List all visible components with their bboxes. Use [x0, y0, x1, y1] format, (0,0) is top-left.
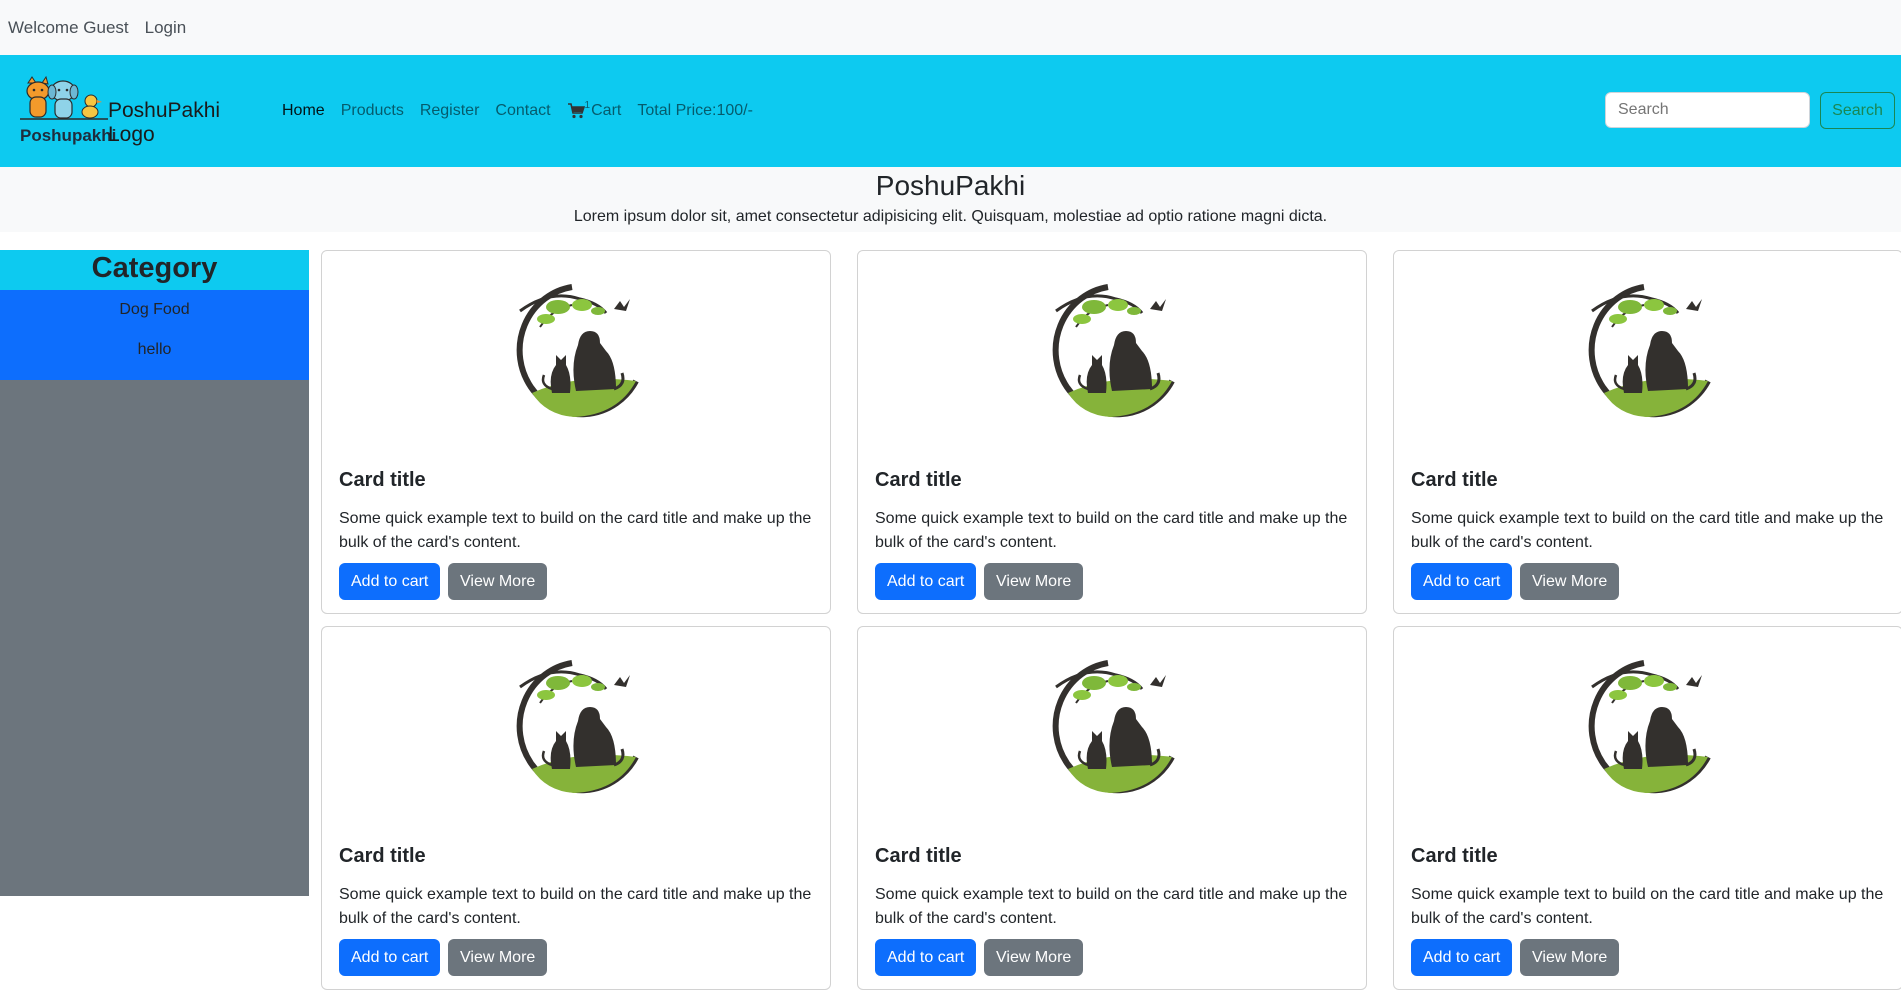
add-to-cart-button[interactable]: Add to cart	[875, 939, 977, 976]
pet-logo-image	[516, 284, 639, 418]
hero-section: PoshuPakhi Lorem ipsum dolor sit, amet c…	[0, 167, 1901, 232]
brand[interactable]: Poshupakhi PoshuPakhi Logo	[18, 75, 258, 155]
card-title: Card title	[875, 845, 962, 867]
pet-logo-image	[1588, 284, 1711, 418]
cart-label: Cart	[591, 102, 622, 119]
page-title: PoshuPakhi	[875, 170, 1026, 201]
cart-icon	[567, 103, 585, 119]
login-link[interactable]: Login	[145, 18, 187, 38]
card-title: Card title	[339, 469, 426, 491]
category-heading: Category	[0, 250, 309, 290]
card-text: Some quick example text to build on the …	[339, 510, 812, 551]
nav-contact[interactable]: Contact	[495, 102, 550, 120]
card-text: Some quick example text to build on the …	[1411, 510, 1884, 551]
add-to-cart-button[interactable]: Add to cart	[1411, 939, 1513, 976]
view-more-button[interactable]: View More	[984, 563, 1084, 600]
pet-logo-image	[1052, 284, 1175, 418]
add-to-cart-button[interactable]: Add to cart	[339, 939, 441, 976]
nav-cart[interactable]: 1 Cart	[567, 99, 622, 120]
navbar: Poshupakhi PoshuPakhi Logo Home Products…	[0, 55, 1901, 167]
view-more-button[interactable]: View More	[984, 939, 1084, 976]
nav-links: Home Products Register Contact 1 Cart To…	[282, 55, 769, 167]
page-subtitle: Lorem ipsum dolor sit, amet consectetur …	[573, 208, 1328, 225]
logo-caption: Poshupakhi	[20, 126, 117, 145]
card-title: Card title	[875, 469, 962, 491]
card-text: Some quick example text to build on the …	[875, 886, 1348, 927]
card-title: Card title	[339, 845, 426, 867]
product-card: Card title Some quick example text to bu…	[1393, 626, 1901, 990]
welcome-text: Welcome Guest	[8, 17, 129, 37]
add-to-cart-button[interactable]: Add to cart	[875, 563, 977, 600]
brand-text[interactable]: PoshuPakhi Logo	[108, 99, 258, 147]
category-item-dog-food[interactable]: Dog Food	[0, 296, 309, 336]
search-button[interactable]: Search	[1820, 92, 1895, 129]
add-to-cart-button[interactable]: Add to cart	[339, 563, 441, 600]
category-sidebar: Category Dog Food hello	[0, 250, 309, 896]
nav-home[interactable]: Home	[282, 102, 325, 120]
search-input[interactable]	[1605, 92, 1810, 128]
pet-logo-image	[516, 660, 639, 794]
product-card: Card title Some quick example text to bu…	[321, 626, 831, 990]
pets-logo-icon	[20, 75, 108, 120]
view-more-button[interactable]: View More	[1520, 939, 1620, 976]
product-card: Card title Some quick example text to bu…	[857, 250, 1367, 614]
cart-count-badge: 1	[584, 99, 591, 111]
product-card: Card title Some quick example text to bu…	[321, 250, 831, 614]
pet-logo-image	[1052, 660, 1175, 794]
card-title: Card title	[1411, 469, 1498, 491]
card-text: Some quick example text to build on the …	[1411, 886, 1884, 927]
top-welcome-bar: Welcome Guest Login	[0, 0, 1901, 55]
card-title: Card title	[1411, 845, 1498, 867]
card-text: Some quick example text to build on the …	[339, 886, 812, 927]
product-card: Card title Some quick example text to bu…	[1393, 250, 1901, 614]
total-price: Total Price:100/-	[637, 102, 753, 119]
nav-register[interactable]: Register	[420, 102, 480, 120]
view-more-button[interactable]: View More	[448, 939, 548, 976]
product-card: Card title Some quick example text to bu…	[857, 626, 1367, 990]
add-to-cart-button[interactable]: Add to cart	[1411, 563, 1513, 600]
view-more-button[interactable]: View More	[1520, 563, 1620, 600]
pet-logo-image	[1588, 660, 1711, 794]
category-item-hello[interactable]: hello	[0, 336, 309, 376]
category-list: Dog Food hello	[0, 290, 309, 380]
nav-products[interactable]: Products	[341, 102, 404, 120]
card-text: Some quick example text to build on the …	[875, 510, 1348, 551]
view-more-button[interactable]: View More	[448, 563, 548, 600]
